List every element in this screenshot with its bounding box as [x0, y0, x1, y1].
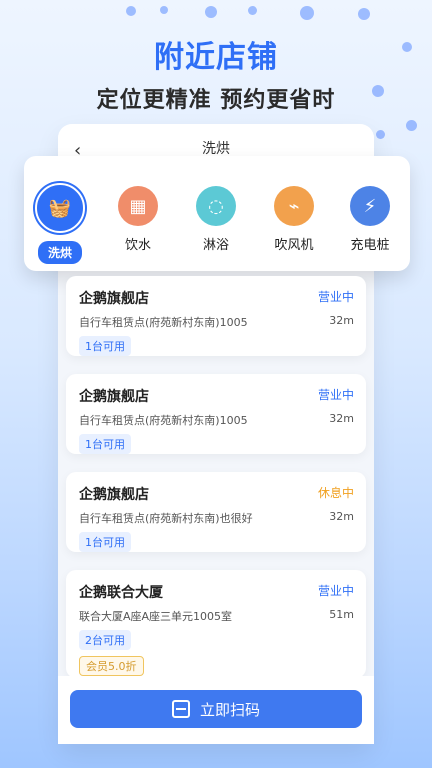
store-name: 企鹅旗舰店 — [79, 291, 149, 307]
decor-dot — [358, 8, 370, 20]
category-item-water[interactable]: ▦ 饮水 — [108, 186, 168, 253]
charging-pile-icon: ⚡ — [350, 186, 390, 226]
store-card[interactable]: 企鹅联合大厦 营业中 联合大厦A座A座三单元1005室 51m 2台可用 会员5… — [66, 570, 366, 678]
availability-tag: 2台可用 — [79, 630, 131, 650]
decor-dot — [205, 6, 217, 18]
page-subtitle: 定位更精准 预约更省时 — [96, 88, 336, 113]
decor-dot — [126, 6, 136, 16]
category-label: 淋浴 — [202, 238, 229, 253]
water-dispenser-icon: ▦ — [118, 186, 158, 226]
availability-tag: 1台可用 — [79, 336, 131, 356]
phone-title: 洗烘 — [202, 141, 230, 157]
vip-discount-tag: 会员5.0折 — [79, 656, 144, 676]
status-badge: 营业中 — [317, 584, 354, 598]
category-label: 洗烘 — [37, 241, 82, 264]
scan-button[interactable]: 立即扫码 — [70, 690, 362, 728]
store-address: 联合大厦A座A座三单元1005室 — [79, 610, 233, 623]
store-distance: 32m — [329, 412, 354, 425]
store-distance: 51m — [329, 608, 354, 621]
scan-button-label: 立即扫码 — [199, 700, 260, 719]
category-item-shower[interactable]: ◌ 淋浴 — [186, 186, 246, 253]
category-card: 🧺 洗烘 ▦ 饮水 ◌ 淋浴 ⌁ 吹风机 ⚡ 充电桩 — [24, 156, 410, 271]
store-name: 企鹅旗舰店 — [79, 487, 149, 503]
store-distance: 32m — [329, 314, 354, 327]
hair-dryer-icon: ⌁ — [274, 186, 314, 226]
store-address: 自行车租赁点(府苑新村东南)1005 — [79, 414, 248, 427]
scan-icon — [171, 700, 190, 718]
category-label: 饮水 — [124, 238, 151, 253]
washer-icon: 🧺 — [35, 183, 85, 233]
category-item-wash[interactable]: 🧺 洗烘 — [30, 183, 90, 264]
decor-dot — [160, 6, 168, 14]
availability-tag: 1台可用 — [79, 434, 131, 454]
store-card[interactable]: 企鹅旗舰店 休息中 自行车租赁点(府苑新村东南)也很好 32m 1台可用 — [66, 472, 366, 552]
status-badge: 休息中 — [317, 486, 354, 500]
decor-dot — [376, 130, 385, 139]
category-item-dryer[interactable]: ⌁ 吹风机 — [264, 186, 324, 253]
store-name: 企鹅旗舰店 — [79, 389, 149, 405]
store-card[interactable]: 企鹅旗舰店 营业中 自行车租赁点(府苑新村东南)1005 32m 1台可用 — [66, 276, 366, 356]
decor-dot — [300, 6, 314, 20]
decor-dot — [406, 120, 417, 131]
category-label: 吹风机 — [274, 238, 314, 253]
status-badge: 营业中 — [317, 290, 354, 304]
store-card[interactable]: 企鹅旗舰店 营业中 自行车租赁点(府苑新村东南)1005 32m 1台可用 — [66, 374, 366, 454]
page-title: 附近店铺 — [154, 40, 278, 75]
store-distance: 32m — [329, 510, 354, 523]
store-address: 自行车租赁点(府苑新村东南)1005 — [79, 316, 248, 329]
category-item-charging[interactable]: ⚡ 充电桩 — [340, 186, 400, 253]
decor-dot — [248, 6, 257, 15]
status-badge: 营业中 — [317, 388, 354, 402]
store-name: 企鹅联合大厦 — [79, 585, 163, 601]
availability-tag: 1台可用 — [79, 532, 131, 552]
shower-icon: ◌ — [196, 186, 236, 226]
category-label: 充电桩 — [350, 238, 390, 253]
store-address: 自行车租赁点(府苑新村东南)也很好 — [79, 512, 253, 525]
